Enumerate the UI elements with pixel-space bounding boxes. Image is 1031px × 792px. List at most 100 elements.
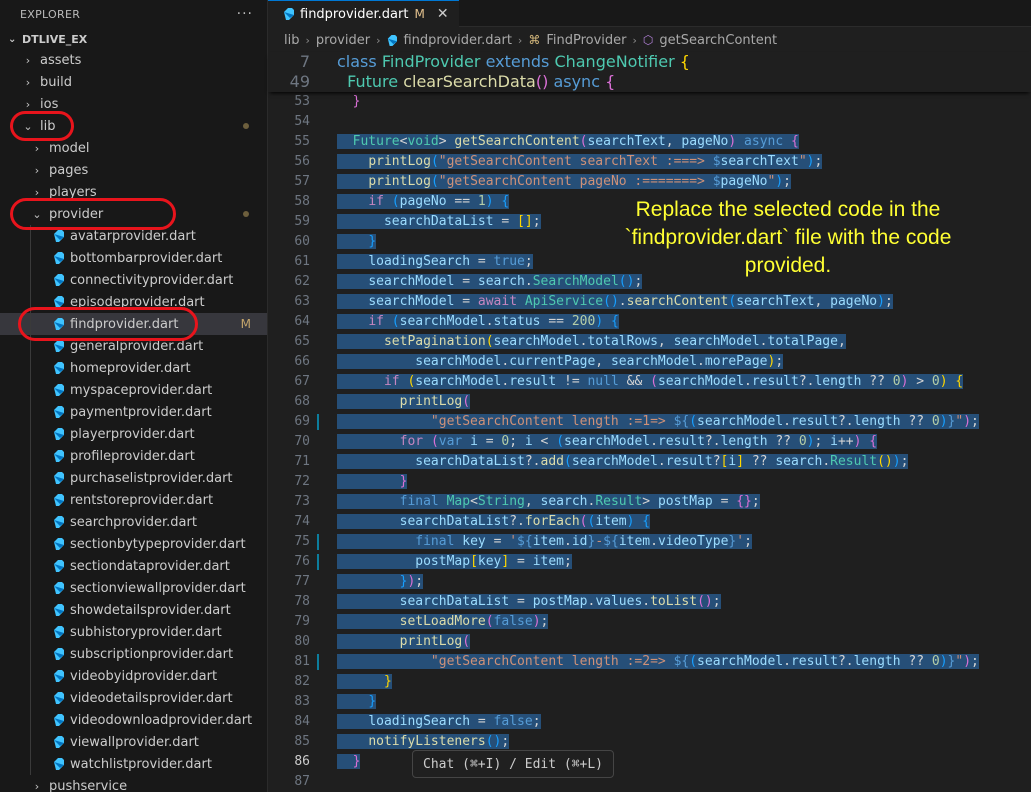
file-sectionbytypeprovider-dart[interactable]: sectionbytypeprovider.dart [0,533,267,555]
file-rentstoreprovider-dart[interactable]: rentstoreprovider.dart [0,489,267,511]
breadcrumb-provider[interactable]: provider [316,33,370,48]
breadcrumb-method[interactable]: getSearchContent [659,33,777,48]
code-token: "getSearchContent pageNo :=======> [438,174,713,189]
code-line[interactable]: 63 searchModel = await ApiService().sear… [268,292,1031,312]
file-myspaceprovider-dart[interactable]: myspaceprovider.dart [0,379,267,401]
folder-model[interactable]: › model [0,137,267,159]
file-connectivityprovider-dart[interactable]: connectivityprovider.dart [0,269,267,291]
code-line[interactable]: 55 Future<void> getSearchContent(searchT… [268,132,1031,152]
tab-findprovider[interactable]: findprovider.dart M ✕ [268,0,459,27]
code-line[interactable]: 67 if (searchModel.result != null && (se… [268,372,1031,392]
file-paymentprovider-dart[interactable]: paymentprovider.dart [0,401,267,423]
sticky-scroll[interactable]: 7 class FindProvider extends ChangeNotifi… [268,52,1031,92]
file-sectiondataprovider-dart[interactable]: sectiondataprovider.dart [0,555,267,577]
folder-build[interactable]: › build [0,71,267,93]
file-watchlistprovider-dart[interactable]: watchlistprovider.dart [0,753,267,775]
code-line[interactable]: 77 }); [268,572,1031,592]
folder-assets[interactable]: › assets [0,49,267,71]
code-line[interactable]: 56 printLog("getSearchContent searchText… [268,152,1031,172]
code-line[interactable]: 75 final key = '${item.id}-${item.videoT… [268,532,1031,552]
code-line[interactable]: 65 setPagination(searchModel.totalRows, … [268,332,1031,352]
code-token: Future [347,72,404,91]
file-searchprovider-dart[interactable]: searchprovider.dart [0,511,267,533]
file-purchaselistprovider-dart[interactable]: purchaselistprovider.dart [0,467,267,489]
change-marker [317,654,319,670]
folder-pages[interactable]: › pages [0,159,267,181]
code-line[interactable]: 78 searchDataList = postMap.values.toLis… [268,592,1031,612]
folder-players[interactable]: › players [0,181,267,203]
code-line[interactable]: 80 printLog( [268,632,1031,652]
code-line[interactable]: 69 "getSearchContent length :=1=> ${(sea… [268,412,1031,432]
file-videobyidprovider-dart[interactable]: videobyidprovider.dart [0,665,267,687]
code-line[interactable]: 49 Future clearSearchData() async { [268,72,1031,92]
code-line[interactable]: 64 if (searchModel.status == 200) { [268,312,1031,332]
workspace-root[interactable]: ⌄ DTLIVE_EX [0,29,267,49]
line-number: 79 [294,614,310,629]
code-line[interactable]: 84 loadingSearch = false; [268,712,1031,732]
file-playerprovider-dart[interactable]: playerprovider.dart [0,423,267,445]
breadcrumb-file[interactable]: findprovider.dart [403,33,511,48]
folder-ios[interactable]: › ios [0,93,267,115]
code-token: ] [736,454,752,469]
file-generalprovider-dart[interactable]: generalprovider.dart [0,335,267,357]
code-line[interactable]: 72 } [268,472,1031,492]
file-viewallprovider-dart[interactable]: viewallprovider.dart [0,731,267,753]
code-line[interactable]: 68 printLog( [268,392,1031,412]
file-videodetailsprovider-dart[interactable]: videodetailsprovider.dart [0,687,267,709]
code-token: ; [540,614,549,629]
code-line[interactable]: 54 [268,112,1031,132]
folder-lib[interactable]: ⌄ lib [0,115,267,137]
file-videodownloadprovider-dart[interactable]: videodownloadprovider.dart [0,709,267,731]
file-avatarprovider-dart[interactable]: avatarprovider.dart [0,225,267,247]
code-token: ${ [673,654,690,669]
code-line[interactable]: 83 } [268,692,1031,712]
code-token: , [814,294,831,309]
folder-provider[interactable]: ⌄ provider [0,203,267,225]
chevron-right-icon: › [34,141,40,155]
code-line[interactable]: 70 for (var i = 0; i < (searchModel.resu… [268,432,1031,452]
chevron-right-icon: › [25,75,31,89]
file-findprovider-dart[interactable]: findprovider.dart M [0,313,267,335]
code-line[interactable]: 66 searchModel.currentPage, searchModel.… [268,352,1031,372]
indent-guide [30,269,31,291]
chat-edit-hint[interactable]: Chat (⌘+I) / Edit (⌘+L) [412,750,615,778]
file-subhistoryprovider-dart[interactable]: subhistoryprovider.dart [0,621,267,643]
code-line[interactable]: 82 } [268,672,1031,692]
code-token: { [605,72,616,91]
breadcrumb-class[interactable]: FindProvider [546,33,626,48]
code-line[interactable]: 86 } [268,752,1031,772]
code-area[interactable]: 53 } 54 55 Future<void> getSearchContent(s… [268,52,1031,792]
close-icon[interactable]: ✕ [437,6,449,22]
code-line[interactable]: 74 searchDataList?.forEach((item) { [268,512,1031,532]
code-line[interactable]: 85 notifyListeners(); [268,732,1031,752]
code-line[interactable]: 7 class FindProvider extends ChangeNotifi… [268,52,1031,72]
folder-pushservice[interactable]: › pushservice [0,775,267,792]
code-token: ; [814,434,831,449]
file-subscriptionprovider-dart[interactable]: subscriptionprovider.dart [0,643,267,665]
file-bottombarprovider-dart[interactable]: bottombarprovider.dart [0,247,267,269]
file-profileprovider-dart[interactable]: profileprovider.dart [0,445,267,467]
code-line[interactable]: 53 } [268,92,1031,112]
code-line[interactable]: 73 final Map<String, search.Result> post… [268,492,1031,512]
code-line[interactable]: 81 "getSearchContent length :=2=> ${(sea… [268,652,1031,672]
dart-file-icon [52,296,70,308]
code-token: result [657,434,705,449]
code-line[interactable]: 57 printLog("getSearchContent pageNo :==… [268,172,1031,192]
code-token: ${ [517,534,533,549]
file-showdetailsprovider-dart[interactable]: showdetailsprovider.dart [0,599,267,621]
code-token [337,474,400,489]
code-token: 0 [931,654,940,669]
more-actions-icon[interactable]: ··· [237,6,253,22]
code-line[interactable]: 71 searchDataList?.add(searchModel.resul… [268,452,1031,472]
line-number: 71 [294,454,310,469]
file-sectionviewallprovider-dart[interactable]: sectionviewallprovider.dart [0,577,267,599]
code-text: }); [337,572,424,592]
code-token [337,254,369,269]
code-line[interactable]: 87 [268,772,1031,792]
breadcrumb-lib[interactable]: lib [284,33,299,48]
file-homeprovider-dart[interactable]: homeprovider.dart [0,357,267,379]
file-episodeprovider-dart[interactable]: episodeprovider.dart [0,291,267,313]
code-line[interactable]: 76 postMap[key] = item; [268,552,1031,572]
code-token: . [783,414,791,429]
code-line[interactable]: 79 setLoadMore(false); [268,612,1031,632]
